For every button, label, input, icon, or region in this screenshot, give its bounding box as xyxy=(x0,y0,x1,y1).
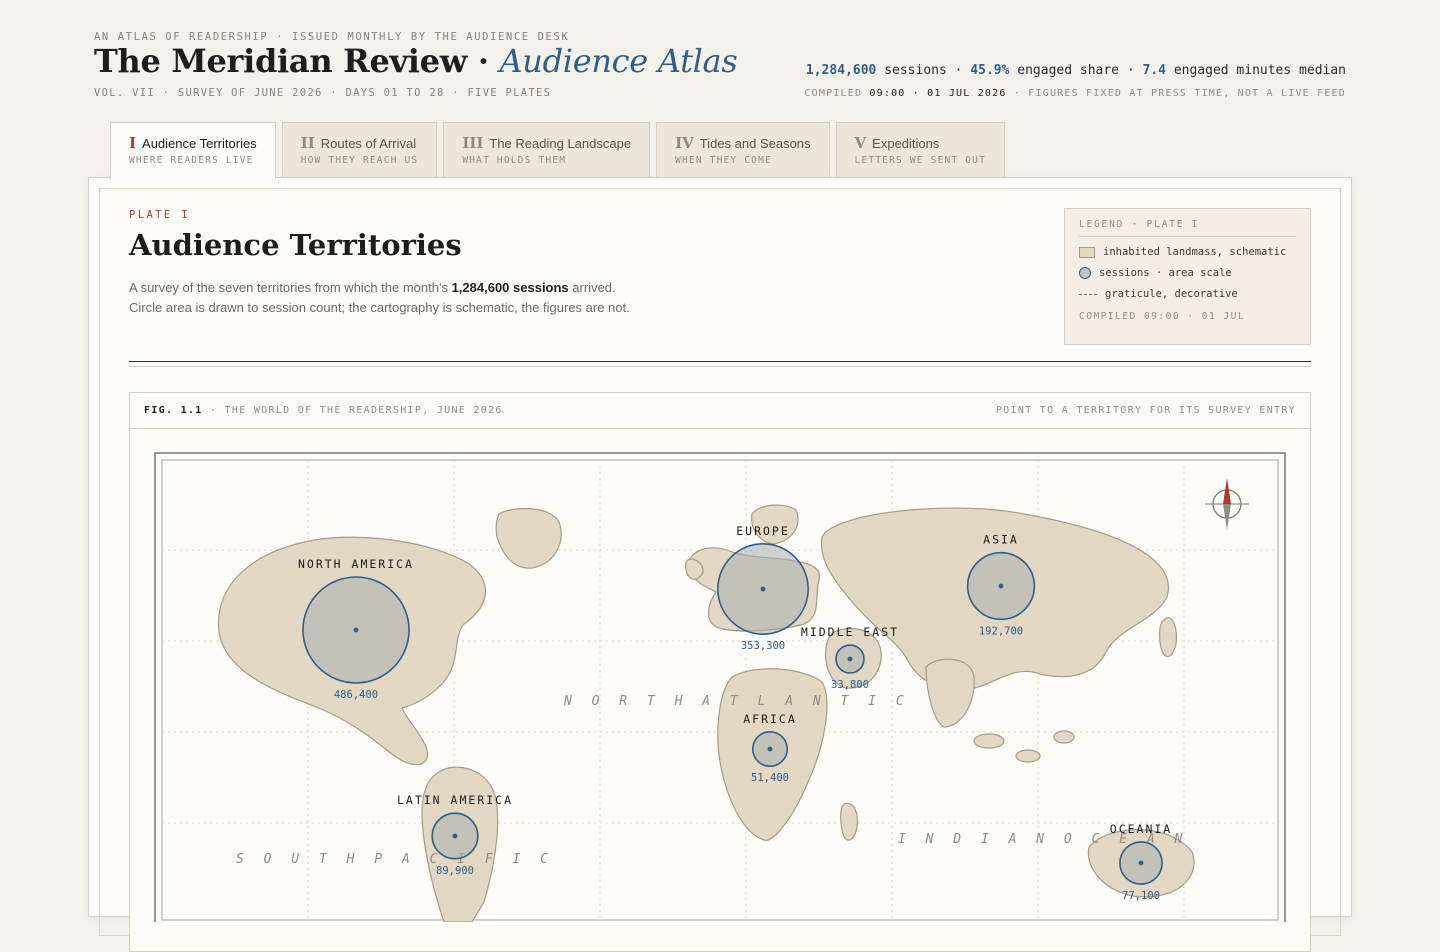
tab-label: Routes of Arrival xyxy=(320,136,417,151)
tab-title: II Routes of Arrival xyxy=(301,134,419,152)
figure-number: FIG. 1.1 xyxy=(144,405,203,416)
figure-hint: POINT TO A TERRITORY FOR ITS SURVEY ENTR… xyxy=(995,405,1296,416)
tab-label: Tides and Seasons xyxy=(699,136,811,151)
plate-title: Audience Territories xyxy=(129,228,462,262)
tab-numeral: III xyxy=(462,134,484,152)
tab-label: Audience Territories xyxy=(142,136,257,151)
territory-sessions-value: 353,300 xyxy=(741,640,785,652)
publication-title: The Meridian Review · Audience Atlas xyxy=(94,42,738,80)
territory-sessions-value: 192,700 xyxy=(979,625,1023,637)
territory-center-dot xyxy=(452,833,458,839)
tab-title: I Audience Territories xyxy=(129,134,257,152)
tab-numeral: V xyxy=(854,134,867,152)
territory-name: OCEANIA xyxy=(1110,822,1172,836)
tab-caption: WHAT HOLDS THEM xyxy=(462,155,567,166)
ocean-label-south-pacific: S O U T H P A C I F I C xyxy=(236,852,554,867)
territory-name: NORTH AMERICA xyxy=(298,557,414,571)
tab-title: V Expeditions xyxy=(855,134,986,152)
territory-center-dot xyxy=(1138,860,1144,866)
tab-title: IV Tides and Seasons xyxy=(675,134,810,152)
plate-lede: A survey of the seven territories from w… xyxy=(129,278,630,318)
tab-reading-landscape[interactable]: III The Reading Landscape WHAT HOLDS THEM xyxy=(443,122,651,177)
territory-name: LATIN AMERICA xyxy=(397,793,513,807)
plate-tabs: I Audience Territories WHERE READERS LIVE… xyxy=(110,122,1006,179)
territory-center-dot xyxy=(353,627,359,633)
tab-numeral: IV xyxy=(675,134,694,152)
lede-line1-a: A survey of the seven territories from w… xyxy=(129,280,448,295)
engaged-minutes-value: 7.4 xyxy=(1142,63,1166,78)
compiled-note: COMPILED 09:00 · 01 JUL 2026 · FIGURES F… xyxy=(804,88,1346,99)
tab-caption: HOW THEY REACH US xyxy=(300,155,419,166)
territory-center-dot xyxy=(767,746,773,752)
territory-name: AFRICA xyxy=(743,712,797,726)
tab-routes-of-arrival[interactable]: II Routes of Arrival HOW THEY REACH US xyxy=(281,122,438,177)
territory-sessions-value: 89,900 xyxy=(436,865,474,877)
territory-name: MIDDLE EAST xyxy=(801,625,899,639)
legend-graticule-label: graticule, decorative xyxy=(1105,288,1238,300)
lede-sessions: 1,284,600 sessions xyxy=(451,280,569,295)
tab-caption: WHERE READERS LIVE xyxy=(129,155,254,166)
title-separator: · xyxy=(477,42,489,80)
heading-rule xyxy=(129,361,1311,362)
madagascar-land xyxy=(840,802,859,841)
heading-rule-thin xyxy=(129,366,1311,367)
summary-stats: 1,284,600 sessions · 45.9% engaged share… xyxy=(806,63,1346,78)
territory-sessions-value: 51,400 xyxy=(751,772,789,784)
engaged-share-label: engaged share · xyxy=(1017,63,1135,78)
tab-numeral: I xyxy=(129,134,137,152)
tab-label: Expeditions xyxy=(872,136,940,151)
legend-row-graticule: graticule, decorative xyxy=(1079,288,1296,300)
tab-label: The Reading Landscape xyxy=(489,136,632,151)
territory-center-dot xyxy=(760,586,766,592)
tab-caption: LETTERS WE SENT OUT xyxy=(854,155,987,166)
world-map: N O R T H A T L A N T I C I N D I A N O … xyxy=(154,452,1286,922)
title-subtitle: Audience Atlas xyxy=(499,42,738,80)
compiled-suffix: · FIGURES FIXED AT PRESS TIME, NOT A LIV… xyxy=(1013,88,1346,99)
tab-numeral: II xyxy=(300,134,315,152)
tab-title: III The Reading Landscape xyxy=(462,134,631,152)
territory-center-dot xyxy=(998,583,1004,589)
territory-name: EUROPE xyxy=(736,524,790,538)
territory-center-dot xyxy=(847,656,853,662)
land-swatch-icon xyxy=(1079,246,1095,258)
figure-caption: · THE WORLD OF THE READERSHIP, JUNE 2026 xyxy=(209,405,503,416)
territory-name: ASIA xyxy=(983,533,1019,547)
legend-title: LEGEND · PLATE I xyxy=(1079,219,1296,237)
engaged-minutes-label: engaged minutes median xyxy=(1173,63,1346,78)
tab-caption: WHEN THEY COME xyxy=(675,155,772,166)
island-land xyxy=(1015,749,1041,763)
plate-kicker: PLATE I xyxy=(129,209,191,221)
figure-header: FIG. 1.1 · THE WORLD OF THE READERSHIP, … xyxy=(130,393,1310,429)
sessions-label: sessions · xyxy=(884,63,963,78)
territory-sessions-value: 77,100 xyxy=(1122,890,1160,902)
ocean-label-north-atlantic: N O R T H A T L A N T I C xyxy=(563,694,910,709)
compiled-prefix: COMPILED xyxy=(804,88,863,99)
sessions-value: 1,284,600 xyxy=(805,63,877,78)
territory-sessions-value: 33,800 xyxy=(831,679,869,691)
tab-audience-territories[interactable]: I Audience Territories WHERE READERS LIVE xyxy=(110,122,276,179)
legend-box: LEGEND · PLATE I inhabited landmass, sch… xyxy=(1064,208,1311,345)
legend-circle-label: sessions · area scale xyxy=(1099,267,1232,279)
volume-line: VOL. VII · SURVEY OF JUNE 2026 · DAYS 01… xyxy=(94,87,552,99)
island-land xyxy=(1053,730,1075,744)
lede-line1-c: arrived. xyxy=(572,280,616,295)
lede-line2: Circle area is drawn to session count; t… xyxy=(129,300,630,315)
circle-swatch-icon xyxy=(1079,267,1091,279)
territory-sessions-value: 486,400 xyxy=(334,689,378,701)
legend-row-circle: sessions · area scale xyxy=(1079,267,1296,279)
tab-expeditions[interactable]: V Expeditions LETTERS WE SENT OUT xyxy=(835,122,1006,177)
figure-label: FIG. 1.1 · THE WORLD OF THE READERSHIP, … xyxy=(144,405,503,416)
engaged-share-value: 45.9% xyxy=(970,63,1010,78)
legend-footer: COMPILED 09:00 · 01 JUL xyxy=(1079,311,1246,322)
title-main: The Meridian Review xyxy=(94,42,467,80)
legend-row-land: inhabited landmass, schematic xyxy=(1079,246,1296,258)
legend-land-label: inhabited landmass, schematic xyxy=(1103,246,1287,258)
japan-land xyxy=(1159,617,1177,658)
compiled-time: 09:00 · 01 JUL 2026 xyxy=(869,88,1007,99)
island-land xyxy=(973,733,1005,749)
tab-tides-and-seasons[interactable]: IV Tides and Seasons WHEN THEY COME xyxy=(656,122,830,177)
dashed-line-icon xyxy=(1079,293,1097,295)
